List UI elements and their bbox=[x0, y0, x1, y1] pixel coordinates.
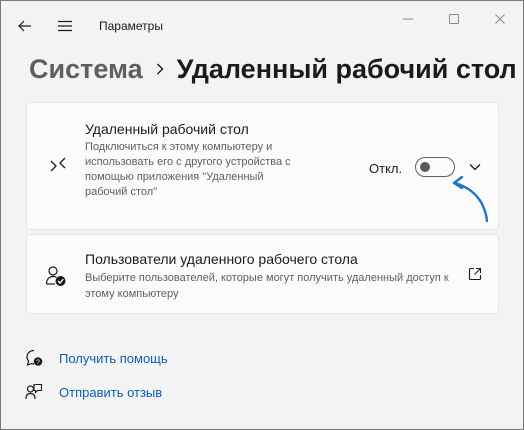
nav-menu-button[interactable] bbox=[51, 15, 79, 37]
back-button[interactable] bbox=[11, 15, 39, 37]
chevron-down-icon bbox=[469, 164, 481, 171]
title-bar: Параметры bbox=[1, 1, 523, 49]
remote-desktop-card: Удаленный рабочий стол Подключиться к эт… bbox=[26, 102, 499, 230]
breadcrumb-parent-link[interactable]: Система bbox=[29, 54, 143, 85]
breadcrumb-separator bbox=[143, 63, 177, 75]
get-help-label: Получить помощь bbox=[59, 350, 168, 366]
close-icon bbox=[495, 14, 505, 24]
remote-desktop-icon bbox=[47, 155, 69, 177]
chevron-right-icon bbox=[156, 63, 164, 75]
users-card-title: Пользователи удаленного рабочего стола bbox=[85, 251, 358, 267]
remote-desktop-title: Удаленный рабочий стол bbox=[85, 121, 249, 137]
minimize-button[interactable] bbox=[385, 9, 431, 29]
window-title: Параметры bbox=[99, 19, 163, 33]
users-card-description: Выберите пользователей, которые могут по… bbox=[85, 272, 449, 300]
send-feedback-label: Отправить отзыв bbox=[59, 384, 163, 400]
help-chat-icon: ? bbox=[26, 349, 43, 366]
settings-window: Параметры Система Удаленный рабочий стол bbox=[0, 0, 524, 430]
toggle-knob bbox=[420, 162, 430, 172]
users-check-icon bbox=[45, 265, 67, 287]
maximize-button[interactable] bbox=[431, 9, 477, 29]
get-help-link[interactable]: ? Получить помощь bbox=[25, 347, 168, 369]
breadcrumb: Система Удаленный рабочий стол bbox=[29, 49, 517, 89]
close-button[interactable] bbox=[477, 9, 523, 29]
remote-desktop-description: Подключиться к этому компьютеру и исполь… bbox=[85, 141, 291, 198]
feedback-icon bbox=[25, 383, 43, 400]
toggle-state-label: Откл. bbox=[369, 161, 403, 176]
remote-desktop-users-card[interactable]: Пользователи удаленного рабочего стола В… bbox=[26, 234, 499, 314]
maximize-icon bbox=[449, 14, 459, 24]
hamburger-menu-icon bbox=[58, 20, 72, 32]
back-arrow-icon bbox=[18, 20, 31, 32]
svg-text:?: ? bbox=[36, 359, 40, 366]
minimize-icon bbox=[403, 18, 413, 20]
expand-button[interactable] bbox=[467, 159, 483, 175]
open-external-icon[interactable] bbox=[468, 267, 482, 281]
send-feedback-link[interactable]: Отправить отзыв bbox=[25, 381, 162, 403]
remote-desktop-toggle[interactable] bbox=[415, 157, 455, 177]
page-title: Удаленный рабочий стол bbox=[176, 53, 517, 84]
